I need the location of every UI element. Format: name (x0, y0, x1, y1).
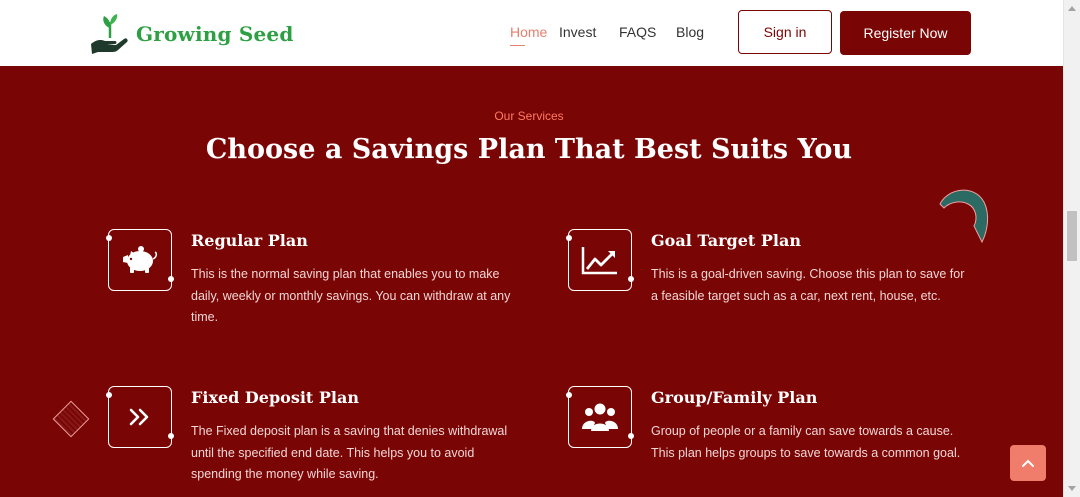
corner-dot (168, 433, 174, 439)
brand-name: Growing Seed (136, 22, 294, 46)
page-scrollbar[interactable] (1063, 0, 1080, 497)
nav-blog[interactable]: Blog (676, 24, 704, 40)
plan-icon-box (106, 386, 174, 448)
piggy-bank-icon (123, 246, 158, 273)
users-group-icon (582, 403, 618, 431)
double-chevron-right-icon (129, 408, 149, 426)
section-heading: Choose a Savings Plan That Best Suits Yo… (205, 134, 853, 165)
plan-card-fixed-deposit[interactable]: Fixed Deposit Plan The Fixed deposit pla… (106, 386, 548, 486)
corner-dot (106, 235, 112, 241)
corner-dot (566, 235, 572, 241)
plan-title: Goal Target Plan (651, 231, 801, 250)
scroll-up-arrow-icon[interactable] (1068, 6, 1076, 11)
plan-card-group-family[interactable]: Group/Family Plan Group of people or a f… (566, 386, 1008, 486)
plan-description: This is the normal saving plan that enab… (191, 267, 511, 324)
scroll-down-arrow-icon[interactable] (1068, 486, 1076, 491)
register-now-button[interactable]: Register Now (840, 11, 971, 55)
plan-icon-box (106, 229, 174, 291)
plan-description: The Fixed deposit plan is a saving that … (191, 424, 508, 481)
scroll-to-top-button[interactable] (1010, 445, 1046, 481)
chevron-up-icon (1022, 459, 1034, 467)
chart-line-icon (581, 247, 617, 275)
plan-description: Group of people or a family can save tow… (651, 424, 961, 460)
brand-logo[interactable]: Growing Seed (88, 12, 298, 56)
plan-card-goal-target[interactable]: Goal Target Plan This is a goal-driven s… (566, 229, 1008, 329)
plan-title: Fixed Deposit Plan (191, 388, 359, 407)
plan-description: This is a goal-driven saving. Choose thi… (651, 267, 965, 303)
sign-in-button[interactable]: Sign in (738, 10, 832, 54)
corner-dot (628, 433, 634, 439)
hand-sprout-icon (91, 14, 128, 54)
corner-dot (628, 276, 634, 282)
scrollbar-thumb[interactable] (1067, 211, 1077, 261)
corner-dot (106, 392, 112, 398)
plan-card-regular[interactable]: Regular Plan This is the normal saving p… (106, 229, 548, 329)
plan-title: Group/Family Plan (651, 388, 818, 407)
nav-faqs[interactable]: FAQS (619, 24, 656, 40)
plan-icon-box (566, 386, 634, 448)
nav-home[interactable]: Home (510, 24, 547, 46)
nav-invest[interactable]: Invest (559, 24, 596, 40)
section-eyebrow: Our Services (494, 109, 564, 123)
site-header: Growing Seed Home Invest FAQS Blog Sign … (0, 0, 1063, 66)
corner-dot (566, 392, 572, 398)
decorative-diamond (52, 400, 90, 438)
plan-icon-box (566, 229, 634, 291)
services-section: Our Services Choose a Savings Plan That … (0, 66, 1063, 497)
plan-title: Regular Plan (191, 231, 308, 250)
corner-dot (168, 276, 174, 282)
